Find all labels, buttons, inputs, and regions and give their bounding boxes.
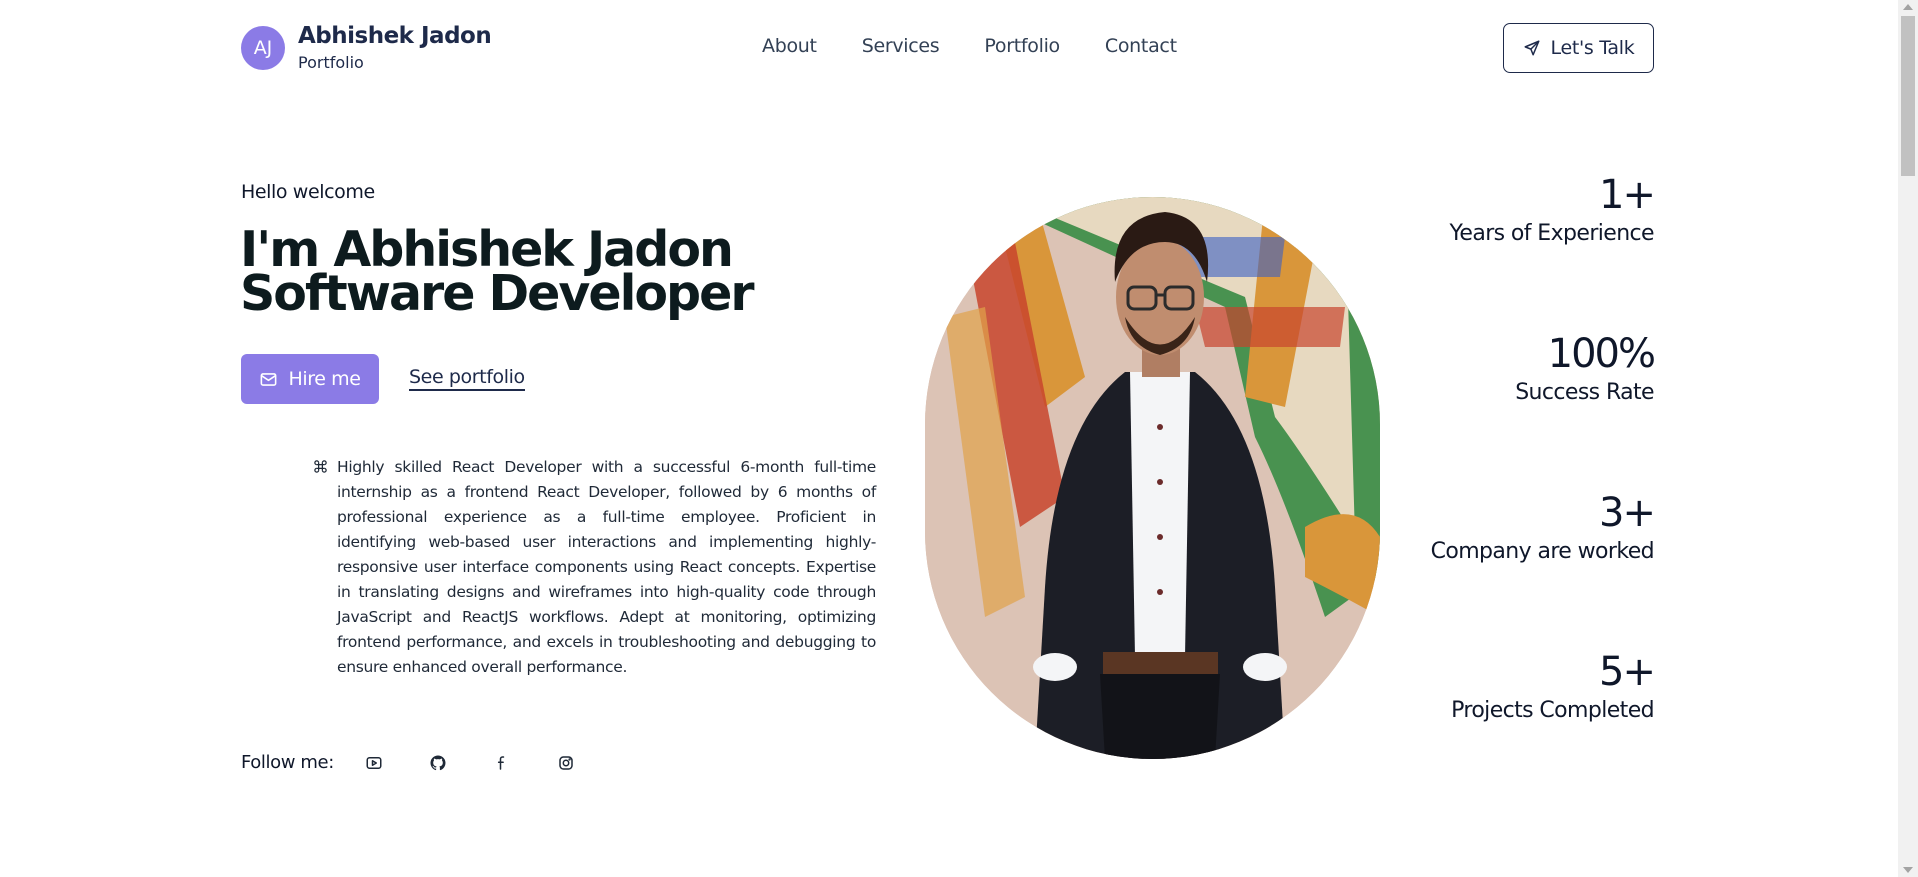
stat-label: Years of Experience <box>1449 221 1654 246</box>
hero-title-line2: Software Developer <box>240 265 754 322</box>
stat-experience: 1+ Years of Experience <box>1431 170 1656 329</box>
scroll-down-arrow[interactable] <box>1903 867 1913 873</box>
hero-title: I'm Abhishek Jadon Software Developer <box>240 225 754 322</box>
nav-services[interactable]: Services <box>862 35 940 57</box>
command-icon <box>314 460 327 473</box>
facebook-icon[interactable] <box>492 753 512 773</box>
greeting: Hello welcome <box>241 181 375 203</box>
youtube-icon[interactable] <box>364 753 384 773</box>
follow-label: Follow me: <box>241 752 334 773</box>
stat-label: Projects Completed <box>1451 698 1655 723</box>
page-scrollbar[interactable] <box>1898 0 1918 877</box>
nav-contact[interactable]: Contact <box>1105 35 1177 57</box>
hire-me-label: Hire me <box>288 368 361 390</box>
brand-subtitle: Portfolio <box>298 53 364 72</box>
stat-value: 100% <box>1547 331 1656 377</box>
brand-name: Abhishek Jadon <box>298 23 492 49</box>
github-icon[interactable] <box>428 753 448 773</box>
hire-me-button[interactable]: Hire me <box>241 354 379 404</box>
follow-me: Follow me: <box>241 752 620 773</box>
stats: 1+ Years of Experience 100% Success Rate… <box>1430 170 1656 806</box>
profile-photo-illustration <box>925 197 1380 759</box>
stat-value: 5+ <box>1599 649 1656 695</box>
stat-success-rate: 100% Success Rate <box>1431 329 1656 488</box>
instagram-icon[interactable] <box>556 753 576 773</box>
bio-text: Highly skilled React Developer with a su… <box>337 458 876 676</box>
lets-talk-button[interactable]: Let's Talk <box>1503 23 1654 73</box>
brand-text: Abhishek Jadon Portfolio <box>298 22 492 72</box>
main-nav: About Services Portfolio Contact <box>762 35 1222 57</box>
stat-value: 1+ <box>1599 172 1656 218</box>
scroll-thumb[interactable] <box>1901 16 1915 176</box>
avatar: AJ <box>241 26 285 70</box>
bio: Highly skilled React Developer with a su… <box>313 455 876 680</box>
mail-icon <box>261 372 277 386</box>
stat-companies: 3+ Company are worked <box>1430 488 1656 647</box>
site-header: AJ Abhishek Jadon Portfolio About Servic… <box>0 0 1898 96</box>
nav-portfolio[interactable]: Portfolio <box>984 35 1060 57</box>
brand[interactable]: AJ Abhishek Jadon Portfolio <box>241 22 492 72</box>
stat-projects: 5+ Projects Completed <box>1431 647 1656 806</box>
stat-value: 3+ <box>1599 490 1656 536</box>
nav-about[interactable]: About <box>762 35 817 57</box>
scroll-up-arrow[interactable] <box>1903 4 1913 10</box>
lets-talk-label: Let's Talk <box>1550 37 1635 59</box>
stat-label: Success Rate <box>1515 380 1654 405</box>
send-icon <box>1524 40 1540 56</box>
stat-label: Company are worked <box>1430 539 1655 564</box>
see-portfolio-link[interactable]: See portfolio <box>409 366 525 391</box>
profile-photo <box>925 197 1380 759</box>
